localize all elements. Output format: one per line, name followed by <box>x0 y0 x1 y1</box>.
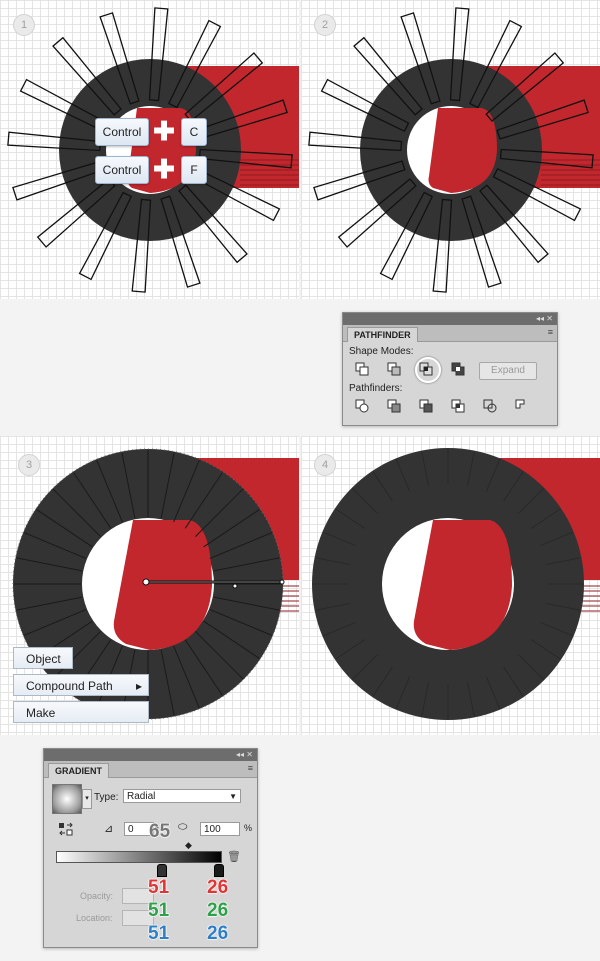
left-stop-r: 51 <box>147 877 170 899</box>
right-stop-r: 26 <box>206 877 229 899</box>
key-f: F <box>181 156 207 184</box>
tab-gradient[interactable]: GRADIENT <box>48 763 109 778</box>
panel-controls[interactable]: ◂◂ ✕ <box>44 749 257 761</box>
submenu-arrow-icon: ▸ <box>135 679 142 693</box>
menu-item-object[interactable]: Object <box>13 647 73 669</box>
aspect-ratio-input[interactable]: 100 <box>200 822 240 836</box>
unite-icon[interactable] <box>355 362 369 376</box>
annotation-65: 65 <box>148 821 171 843</box>
right-stop-g: 26 <box>206 900 229 922</box>
crop-icon[interactable] <box>451 399 465 413</box>
minus-back-icon[interactable] <box>515 399 529 413</box>
key-control: Control <box>95 156 149 184</box>
outline-icon[interactable] <box>483 399 497 413</box>
pathfinder-panel: ◂◂ ✕ PATHFINDER ≡ Shape Modes: Expand Pa… <box>342 312 558 426</box>
gradient-swatch[interactable] <box>52 784 82 814</box>
artwork-1 <box>7 7 299 293</box>
percent-sign: % <box>244 823 253 833</box>
plus-icon: ✚ <box>153 116 175 146</box>
canvas-panel-3: 3 Object Compound Path ▸ Make <box>0 436 299 735</box>
plus-icon: ✚ <box>153 154 175 184</box>
angle-icon: ⊿ <box>104 823 114 835</box>
trim-icon[interactable] <box>387 399 401 413</box>
menu-item-label: Compound Path <box>26 679 113 693</box>
exclude-icon[interactable] <box>451 362 465 376</box>
left-stop-b: 51 <box>147 923 170 945</box>
gradient-stop-left[interactable] <box>157 864 167 877</box>
gradient-slider[interactable] <box>56 851 222 863</box>
artwork-2 <box>308 7 600 293</box>
location-label: Location: <box>76 913 113 923</box>
shape-modes-label: Shape Modes: <box>349 346 414 357</box>
canvas-panel-1: 1 Control ✚ C Control ✚ F <box>0 0 299 299</box>
panel-menu-icon[interactable]: ≡ <box>548 327 553 337</box>
midpoint-diamond-icon[interactable]: ◆ <box>185 840 192 851</box>
divide-icon[interactable] <box>355 399 369 413</box>
swatch-dropdown-icon[interactable]: ▾ <box>82 789 92 809</box>
panel-menu-icon[interactable]: ≡ <box>248 763 253 773</box>
key-c: C <box>181 118 207 146</box>
merge-icon[interactable] <box>419 399 433 413</box>
reverse-gradient-icon[interactable] <box>58 822 74 836</box>
key-control: Control <box>95 118 149 146</box>
menu-item-make[interactable]: Make <box>13 701 149 723</box>
canvas-panel-2: 2 <box>301 0 600 299</box>
chevron-down-icon: ▼ <box>229 792 237 801</box>
opacity-label: Opacity: <box>80 891 114 901</box>
minus-front-icon[interactable] <box>387 362 401 376</box>
type-select[interactable]: Radial ▼ <box>123 789 241 803</box>
type-value: Radial <box>127 791 156 802</box>
canvas-panel-4: 4 <box>301 436 600 735</box>
intersect-icon[interactable] <box>419 362 433 376</box>
right-stop-b: 26 <box>206 923 229 945</box>
left-stop-g: 51 <box>147 900 170 922</box>
menu-item-compound-path[interactable]: Compound Path ▸ <box>13 674 149 696</box>
aspect-ratio-icon: ⬭ <box>178 821 188 833</box>
pathfinders-label: Pathfinders: <box>349 383 403 394</box>
gradient-stop-right[interactable] <box>214 864 224 877</box>
panel-controls[interactable]: ◂◂ ✕ <box>343 313 557 325</box>
tab-pathfinder[interactable]: PATHFINDER <box>347 327 418 342</box>
expand-button[interactable]: Expand <box>479 362 537 380</box>
artwork-4 <box>312 448 600 720</box>
delete-stop-icon[interactable]: 🗑 <box>227 850 241 863</box>
type-label: Type: <box>94 792 119 803</box>
